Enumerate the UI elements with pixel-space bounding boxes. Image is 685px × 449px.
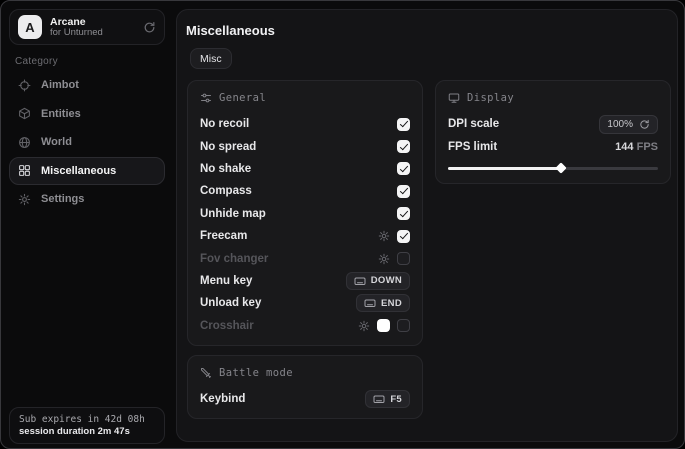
sliders-icon [200,92,212,104]
sidebar-item-entities[interactable]: Entities [9,100,165,128]
panel-title: Battle mode [219,367,293,379]
sidebar-item-settings[interactable]: Settings [9,185,165,213]
sidebar-item-label: Miscellaneous [41,165,116,177]
sidebar-item-aimbot[interactable]: Aimbot [9,71,165,99]
compass-checkbox[interactable] [397,185,410,198]
setting-row-battle-keybind: Keybind F5 [200,388,410,410]
unhide-map-checkbox[interactable] [397,207,410,220]
crosshair-gear-icon[interactable] [358,320,370,332]
sidebar-item-world[interactable]: World [9,128,165,156]
crosshair-color-swatch[interactable] [377,319,390,332]
dpi-scale-control[interactable]: 100% [599,115,658,134]
fps-limit-slider[interactable] [448,161,658,175]
reset-icon[interactable] [639,119,650,130]
brand-title: Arcane [50,16,135,28]
sidebar: A Arcane for Unturned Category Aimbot En… [1,1,173,448]
freecam-gear-icon[interactable] [378,230,390,242]
setting-row-freecam: Freecam [200,225,410,247]
keyboard-icon [373,393,385,405]
fps-limit-unit: FPS [637,141,658,153]
monitor-icon [448,92,460,104]
general-panel: General No recoil No spread No shake [187,80,423,346]
page-title: Miscellaneous [186,23,275,38]
tab-misc[interactable]: Misc [190,48,232,69]
session-duration-text: session duration 2m 47s [19,426,155,437]
sidebar-item-label: Settings [41,193,84,205]
cube-icon [18,107,31,120]
setting-row-fps-limit: FPS limit 144 FPS [448,135,658,157]
category-label: Category [15,56,58,67]
setting-row-unload-key: Unload key END [200,292,410,314]
setting-row-no-spread: No spread [200,135,410,157]
grid-icon [18,164,31,177]
crosshair-checkbox[interactable] [397,319,410,332]
sub-expiry-text: Sub expires in 42d 08h [19,414,155,425]
setting-row-no-recoil: No recoil [200,113,410,135]
sidebar-item-label: Aimbot [41,79,79,91]
panel-title: Display [467,92,514,104]
setting-row-menu-key: Menu key DOWN [200,270,410,292]
fov-changer-checkbox[interactable] [397,252,410,265]
display-panel: Display DPI scale 100% FPS limit [435,80,671,184]
setting-row-crosshair: Crosshair [200,315,410,337]
battle-mode-panel: Battle mode Keybind F5 [187,355,423,419]
setting-row-dpi-scale: DPI scale 100% [448,113,658,135]
unload-key-binding[interactable]: END [356,294,410,312]
subscription-status-box: Sub expires in 42d 08h session duration … [9,407,165,444]
battle-keybind-binding[interactable]: F5 [365,390,410,408]
app-window: A Arcane for Unturned Category Aimbot En… [0,0,685,449]
no-recoil-checkbox[interactable] [397,118,410,131]
keyboard-icon [364,297,376,309]
main-content: Miscellaneous Misc General No recoil No [176,9,678,442]
no-spread-checkbox[interactable] [397,140,410,153]
freecam-checkbox[interactable] [397,230,410,243]
setting-row-compass: Compass [200,180,410,202]
setting-row-fov-changer: Fov changer [200,247,410,269]
fov-changer-gear-icon[interactable] [378,253,390,265]
gear-icon [18,193,31,206]
globe-icon [18,136,31,149]
sidebar-nav: Aimbot Entities World Miscellaneous Sett… [9,71,165,214]
keyboard-icon [354,275,366,287]
no-shake-checkbox[interactable] [397,162,410,175]
sidebar-item-miscellaneous[interactable]: Miscellaneous [9,157,165,185]
fps-slider-handle[interactable] [556,163,567,174]
setting-row-unhide-map: Unhide map [200,203,410,225]
fps-slider-fill [448,167,561,170]
brand-subtitle: for Unturned [50,28,135,39]
crosshair-icon [18,79,31,92]
sidebar-item-label: World [41,136,72,148]
sidebar-item-label: Entities [41,108,81,120]
brand-card: A Arcane for Unturned [9,9,165,45]
brand-avatar: A [18,15,42,39]
setting-row-no-shake: No shake [200,158,410,180]
fps-limit-value: 144 [615,141,633,153]
panel-title: General [219,92,266,104]
menu-key-binding[interactable]: DOWN [346,272,410,290]
sword-icon [200,367,212,379]
reload-icon[interactable] [143,21,156,34]
